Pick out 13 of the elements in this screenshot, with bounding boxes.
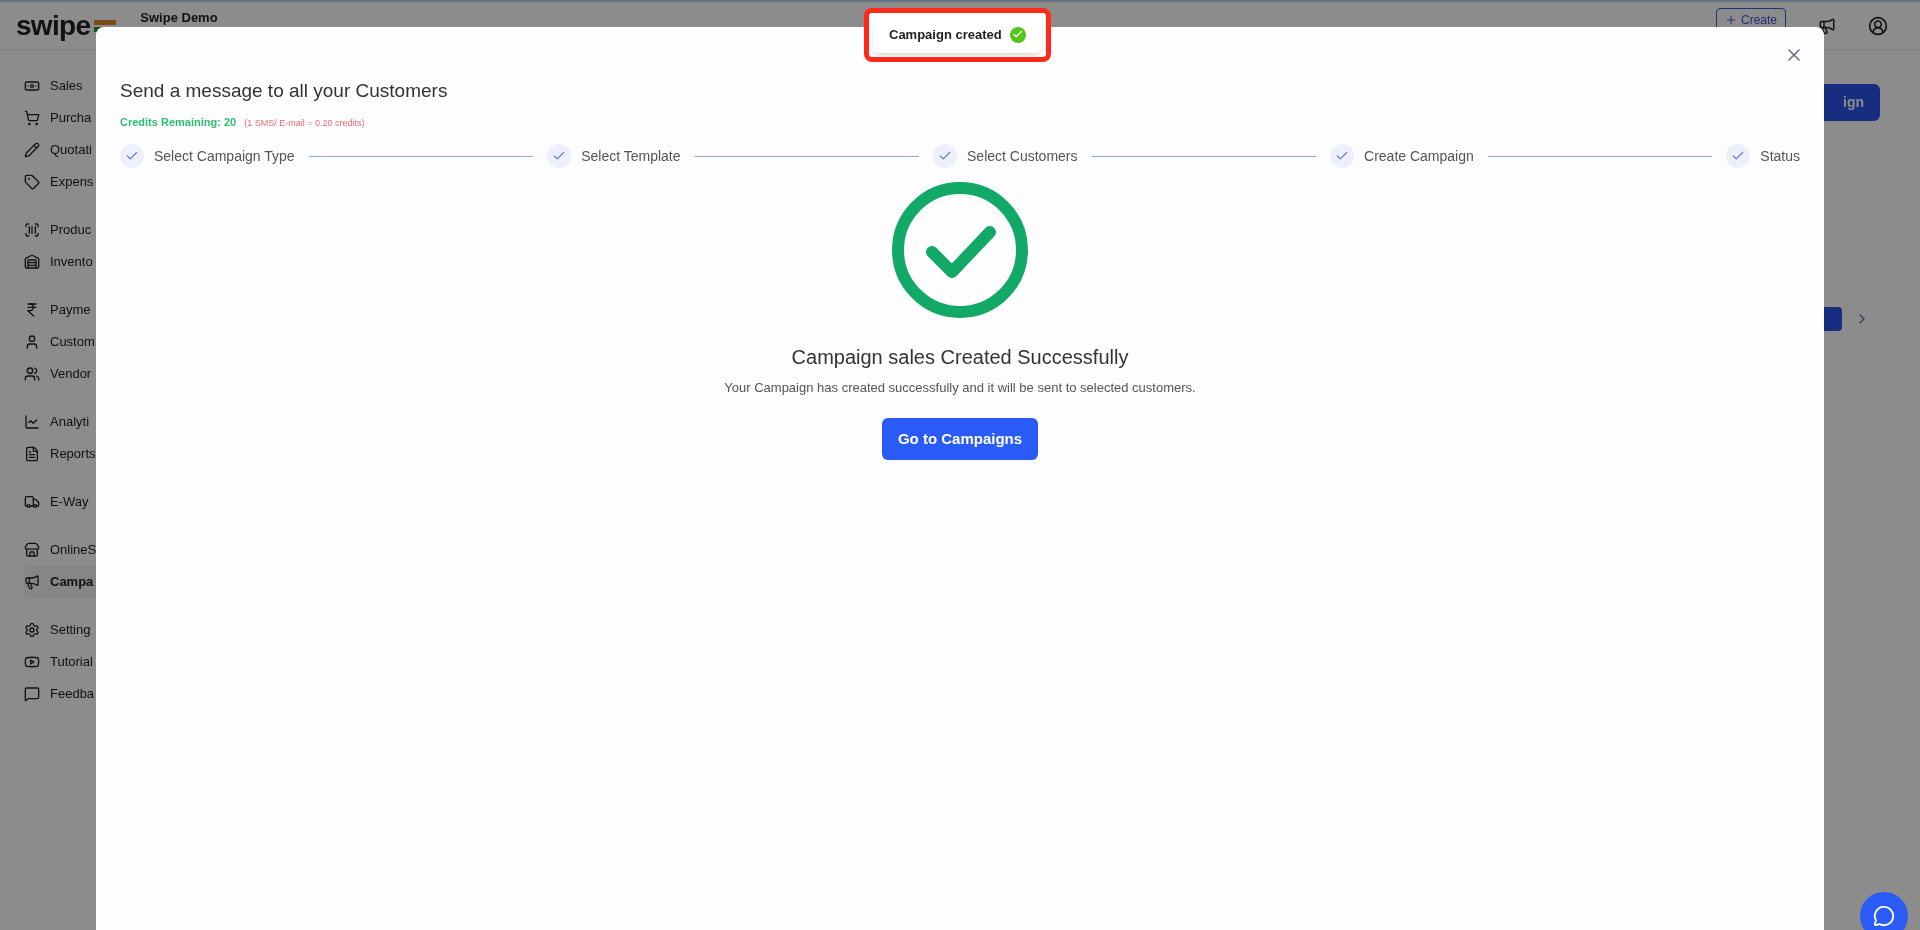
company-name: Swipe Demo: [140, 8, 218, 27]
step-label: Create Campaign: [1364, 146, 1474, 166]
success-message: Your Campaign has created successfully and it will be sent to selected customers.: [724, 379, 1196, 397]
step-label: Select Customers: [967, 146, 1078, 166]
step-label: Select Template: [581, 146, 681, 166]
step-label: Select Campaign Type: [154, 146, 295, 166]
credits-remaining: Credits Remaining: 20: [120, 114, 237, 130]
step-label: Status: [1760, 146, 1800, 166]
logo: swipe: [16, 8, 91, 43]
success-heading: Campaign sales Created Successfully: [791, 345, 1129, 370]
modal-title: Send a message to all your Customers: [120, 79, 449, 103]
toast: Campaign created: [873, 17, 1042, 53]
credit-note: (1 SMS/ E-mail = 0.20 credits): [244, 116, 365, 130]
